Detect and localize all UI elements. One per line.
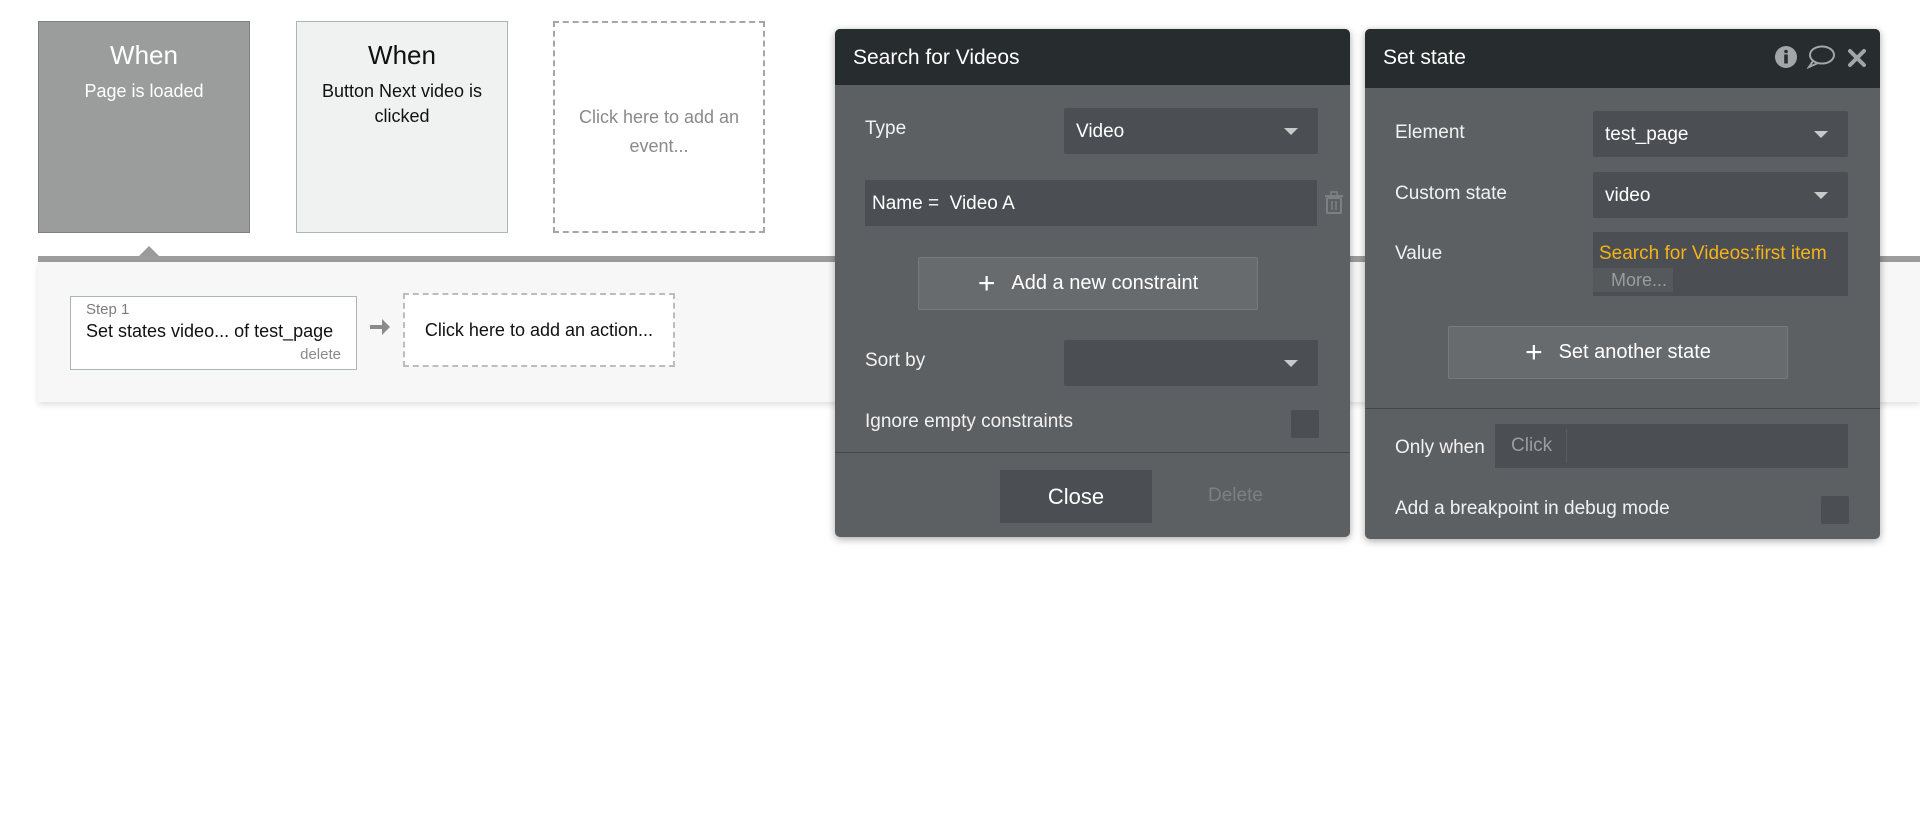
set-state-panel-header: Set state	[1365, 29, 1880, 88]
delete-button[interactable]: Delete	[1208, 485, 1263, 507]
more-link[interactable]: More...	[1593, 268, 1673, 292]
plus-icon: +	[977, 266, 996, 300]
event-when-label: When	[110, 40, 178, 70]
comment-icon[interactable]	[1807, 45, 1835, 69]
close-label: Close	[1047, 483, 1105, 509]
search-panel-header: Search for Videos	[835, 29, 1350, 85]
add-event-button[interactable]: Click here to add an event...	[553, 21, 765, 233]
panel-divider	[835, 452, 1350, 453]
info-icon[interactable]	[1774, 45, 1798, 69]
chevron-down-icon	[1284, 128, 1298, 135]
search-panel: Search for Videos Type Video Name = Vide…	[835, 29, 1350, 537]
type-label: Type	[865, 118, 907, 139]
element-dropdown[interactable]: test_page	[1593, 111, 1848, 157]
element-label: Element	[1395, 122, 1465, 143]
add-action-button[interactable]: Click here to add an action...	[403, 293, 675, 367]
close-icon[interactable]	[1847, 48, 1867, 68]
event-card-page-loaded[interactable]: When Page is loaded	[38, 21, 250, 233]
step-number: Step 1	[86, 301, 130, 318]
action-step-1[interactable]: Step 1 Set states video... of test_page …	[70, 296, 357, 370]
add-constraint-button[interactable]: + Add a new constraint	[918, 257, 1258, 310]
constraint-text: Name = Video A	[872, 193, 1015, 214]
add-constraint-label: Add a new constraint	[1011, 272, 1199, 294]
arrow-right-icon	[370, 319, 390, 335]
search-panel-title: Search for Videos	[853, 46, 1020, 69]
ignore-empty-label: Ignore empty constraints	[865, 411, 1074, 432]
set-state-panel-title: Set state	[1383, 46, 1466, 69]
event-description: Page is loaded	[84, 81, 204, 102]
set-another-state-button[interactable]: + Set another state	[1448, 326, 1788, 379]
breakpoint-checkbox[interactable]	[1821, 496, 1849, 524]
chevron-down-icon	[1814, 192, 1828, 199]
set-another-state-label: Set another state	[1558, 341, 1711, 363]
ignore-empty-checkbox[interactable]	[1291, 410, 1319, 438]
element-value: test_page	[1605, 124, 1689, 145]
value-label: Value	[1395, 243, 1443, 264]
custom-state-value: video	[1605, 185, 1651, 206]
event-when-label: When	[368, 40, 436, 70]
only-when-placeholder: Click	[1497, 429, 1568, 463]
add-action-label: Click here to add an action...	[424, 319, 654, 340]
sort-by-label: Sort by	[865, 350, 926, 371]
set-state-panel: Set state Element test_page Custom state…	[1365, 29, 1880, 539]
custom-state-label: Custom state	[1395, 183, 1507, 204]
close-button[interactable]: Close	[1000, 470, 1152, 523]
add-event-label: Click here to add an event...	[578, 107, 740, 156]
sort-by-dropdown[interactable]	[1064, 340, 1318, 386]
event-description: Button Next video is clicked	[321, 81, 483, 127]
step-delete-link[interactable]: delete	[300, 346, 341, 363]
only-when-label: Only when	[1395, 437, 1485, 458]
type-dropdown[interactable]: Video	[1064, 108, 1318, 154]
trash-icon[interactable]	[1323, 191, 1345, 215]
breakpoint-label: Add a breakpoint in debug mode	[1395, 498, 1670, 519]
event-card-button-clicked[interactable]: When Button Next video is clicked	[296, 21, 508, 233]
type-value: Video	[1076, 121, 1125, 142]
constraint-row[interactable]: Name = Video A	[865, 180, 1317, 226]
value-expression-field[interactable]: Search for Videos:first item More...	[1593, 232, 1848, 296]
chevron-down-icon	[1814, 131, 1828, 138]
custom-state-dropdown[interactable]: video	[1593, 172, 1848, 218]
only-when-field[interactable]: Click	[1495, 424, 1848, 468]
step-description: Set states video... of test_page	[86, 321, 334, 341]
panel-divider	[1365, 408, 1880, 409]
chevron-down-icon	[1284, 360, 1298, 367]
plus-icon: +	[1525, 335, 1543, 369]
value-expression[interactable]: Search for Videos:first item	[1599, 243, 1827, 265]
